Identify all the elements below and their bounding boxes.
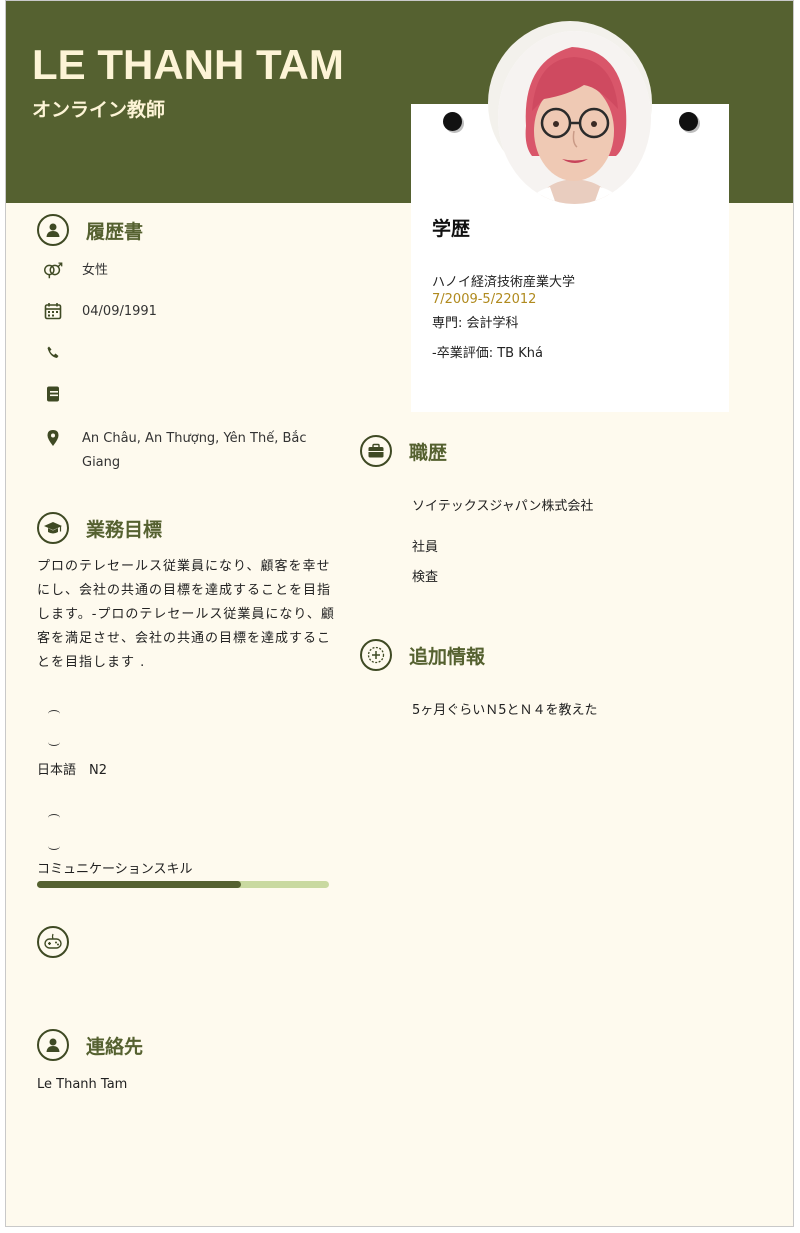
experience-title: 職歴	[409, 441, 448, 464]
job-title: オンライン教師	[32, 99, 166, 121]
objective-title: 業務目標	[86, 518, 163, 541]
calendar-icon	[42, 300, 64, 322]
graduation-cap-icon	[37, 512, 69, 544]
skill-decoration	[48, 710, 60, 718]
skill-level-fill	[37, 881, 242, 888]
education-title: 学歴	[432, 218, 471, 240]
birthday-row: 04/09/1991	[42, 300, 157, 324]
skill-level-bar	[37, 881, 329, 888]
experience-company: ソイテックスジャパン株式会社	[412, 499, 594, 514]
phone-row	[42, 341, 82, 363]
skill-communication: コミュニケーションスキル	[37, 862, 193, 877]
address-row: An Châu, An Thượng, Yên Thế, Bắc Giang	[42, 427, 312, 475]
location-icon	[42, 427, 64, 449]
profile-section-header: 履歴書	[37, 214, 143, 246]
phone-icon	[42, 341, 64, 363]
skill-decoration	[48, 814, 60, 822]
candidate-name: LE THANH TAM	[32, 41, 344, 88]
profile-title: 履歴書	[86, 220, 144, 243]
additional-section-header: 追加情報	[360, 639, 485, 671]
additional-title: 追加情報	[409, 645, 486, 668]
address-value: An Châu, An Thượng, Yên Thế, Bắc Giang	[82, 431, 307, 470]
briefcase-icon	[360, 435, 392, 467]
skill-decoration	[48, 738, 60, 746]
skill-decoration	[48, 842, 60, 850]
education-school: ハノイ経済技術産業大学	[432, 275, 576, 290]
email-row	[42, 383, 82, 405]
additional-text: 5ヶ月ぐらいＮ5とＮ４を教えた	[412, 703, 598, 718]
education-period: 7/2009-5/22012	[432, 292, 537, 307]
pin-icon	[443, 112, 462, 131]
experience-duty: 検査	[412, 570, 439, 585]
profile-photo	[498, 31, 651, 204]
email-icon	[42, 383, 64, 405]
user-icon	[37, 1029, 69, 1061]
education-grade: -卒業評価: TB Khá	[432, 346, 543, 361]
gender-value: 女性	[82, 263, 109, 278]
cv-page: LE THANH TAM オンライン教師 学歴 ハノイ経済技術産業大学 7/20…	[5, 0, 794, 1227]
skill-language: 日本語 N2	[37, 763, 107, 778]
plus-circle-icon	[360, 639, 392, 671]
birthday-value: 04/09/1991	[82, 304, 157, 319]
contact-title: 連絡先	[86, 1035, 144, 1058]
contact-name: Le Thanh Tam	[37, 1077, 128, 1092]
education-major: 専門: 会計学科	[432, 316, 519, 331]
contact-section-header: 連絡先	[37, 1029, 143, 1061]
objective-text: プロのテレセールス従業員になり、顧客を幸せにし、会社の共通の目標を達成することを…	[37, 559, 335, 670]
objective-section-header: 業務目標	[37, 512, 162, 544]
experience-position: 社員	[412, 540, 439, 555]
hobbies-section-header	[37, 926, 86, 958]
gamepad-icon	[37, 926, 69, 958]
user-icon	[37, 214, 69, 246]
gender-row: 女性	[42, 259, 108, 283]
gender-icon	[42, 259, 64, 281]
pin-icon	[679, 112, 698, 131]
portrait-illustration	[498, 31, 651, 204]
experience-section-header: 職歴	[360, 435, 447, 467]
